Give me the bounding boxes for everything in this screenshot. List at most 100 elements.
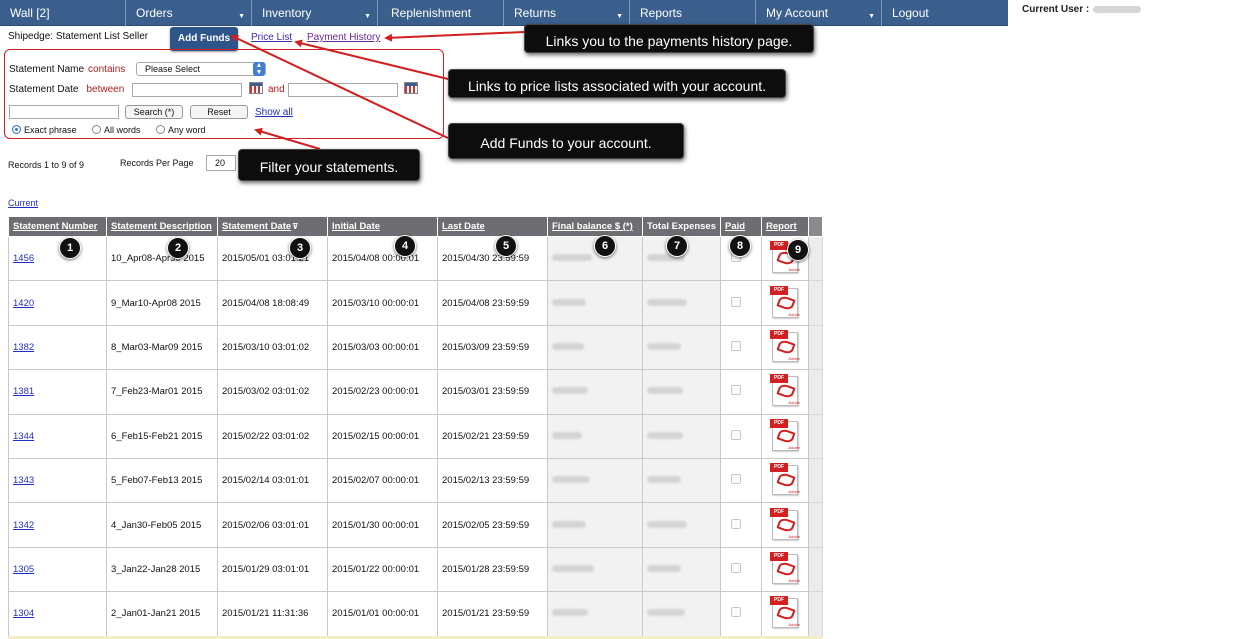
initial-date-cell: 2015/01/30 00:00:01: [327, 502, 438, 548]
add-funds-button[interactable]: Add Funds: [170, 27, 238, 51]
statement-number-cell: 1420: [8, 280, 107, 326]
header-initial-date[interactable]: Initial Date: [327, 216, 438, 237]
nav-item-label: Logout: [892, 6, 929, 20]
paid-checkbox[interactable]: [731, 518, 741, 529]
paid-checkbox[interactable]: [731, 607, 741, 618]
nav-item-replenishment[interactable]: Replenishment: [378, 0, 504, 26]
paid-checkbox[interactable]: [731, 296, 741, 307]
nav-item-reports[interactable]: Reports: [630, 0, 756, 26]
paid-checkbox[interactable]: [731, 562, 741, 573]
nav-item-orders[interactable]: Orders ▼: [126, 0, 252, 26]
filter-panel: Statement Name contains Please Select ▲ ▼ S…: [4, 49, 444, 139]
report-cell: PDF Adobe: [761, 280, 809, 326]
pdf-icon[interactable]: PDF Adobe: [768, 507, 802, 540]
nav-item-logout[interactable]: Logout: [882, 0, 1008, 26]
statement-number-link[interactable]: 1456: [13, 253, 34, 264]
pdf-icon[interactable]: PDF Adobe: [768, 285, 802, 318]
statement-description-cell: 9_Mar10-Apr08 2015: [106, 280, 218, 326]
statement-date-cell: 2015/05/01 03:01:21: [217, 235, 328, 282]
row-spacer-cell: [808, 280, 823, 326]
header-label: Statement Description: [111, 221, 212, 232]
search-button[interactable]: Search (*): [125, 105, 183, 119]
header-statement-date[interactable]: Statement Date⊽: [217, 216, 328, 237]
table-row: 1382 8_Mar03-Mar09 2015 2015/03/10 03:01:0…: [8, 324, 823, 371]
current-link[interactable]: Current: [8, 198, 38, 208]
header-final-balance[interactable]: Final balance $ (*): [547, 216, 643, 237]
pdf-icon[interactable]: PDF Adobe: [768, 551, 802, 584]
pdf-icon[interactable]: PDF Adobe: [768, 329, 802, 362]
calendar-to-icon[interactable]: [404, 82, 418, 94]
report-cell: PDF Adobe: [761, 324, 809, 371]
callout-payment-history: Links you to the payments history page.: [524, 24, 814, 53]
radio-all-words[interactable]: All words: [92, 125, 141, 135]
badge-8: 8: [729, 235, 751, 257]
pdf-adobe-mark: Adobe: [788, 400, 800, 406]
pdf-icon[interactable]: PDF Adobe: [768, 418, 802, 451]
statement-number-link[interactable]: 1343: [13, 475, 34, 486]
final-balance-redacted: [552, 609, 588, 617]
radio-any-word[interactable]: Any word: [156, 125, 206, 135]
statement-name-select[interactable]: Please Select ▲ ▼: [136, 62, 266, 76]
date-from-input[interactable]: [132, 83, 242, 97]
records-per-page-label: Records Per Page: [120, 158, 194, 168]
paid-checkbox[interactable]: [731, 429, 741, 440]
total-expenses-cell: [642, 324, 721, 371]
final-balance-cell: [547, 280, 643, 326]
statement-number-link[interactable]: 1304: [13, 608, 34, 619]
show-all-link[interactable]: Show all: [255, 107, 293, 118]
nav-item-wall[interactable]: Wall [2]: [0, 0, 126, 26]
header-report[interactable]: Report: [761, 216, 809, 237]
pdf-icon[interactable]: PDF Adobe: [768, 374, 802, 407]
statement-number-cell: 1304: [8, 591, 107, 637]
statement-number-link[interactable]: 1382: [13, 342, 34, 353]
statement-description-cell: 3_Jan22-Jan28 2015: [106, 546, 218, 593]
price-list-link[interactable]: Price List: [251, 32, 292, 43]
date-to-input[interactable]: [288, 83, 398, 97]
reset-button[interactable]: Reset: [190, 105, 248, 119]
calendar-from-icon[interactable]: [249, 82, 263, 94]
final-balance-redacted: [552, 387, 588, 395]
final-balance-redacted: [552, 564, 594, 572]
header-last-date[interactable]: Last Date: [437, 216, 548, 237]
top-navigation: Wall [2] Orders ▼ Inventory ▼ Replenishmen…: [0, 0, 1008, 26]
final-balance-redacted: [552, 520, 586, 528]
radio-exact-phrase[interactable]: Exact phrase: [12, 125, 77, 135]
pdf-adobe-mark: Adobe: [788, 489, 800, 495]
nav-item-my-account[interactable]: My Account ▼: [756, 0, 882, 26]
nav-item-label: Replenishment: [391, 6, 472, 20]
paid-cell: [720, 413, 762, 459]
statement-date-cell: 2015/02/22 03:01:02: [217, 413, 328, 459]
header-label: Final balance $ (*): [552, 221, 633, 232]
header-statement-number[interactable]: Statement Number: [8, 216, 107, 237]
statement-number-link[interactable]: 1344: [13, 431, 34, 442]
pdf-label-band: PDF: [770, 418, 788, 428]
statement-number-link[interactable]: 1305: [13, 564, 34, 575]
paid-checkbox[interactable]: [731, 474, 741, 485]
last-date-cell: 2015/02/05 23:59:59: [437, 502, 548, 548]
pdf-icon[interactable]: PDF Adobe: [768, 596, 802, 629]
statement-name-label: Statement Name contains: [9, 64, 125, 75]
select-arrows-icon: ▲ ▼: [253, 62, 265, 76]
statement-number-link[interactable]: 1420: [13, 298, 34, 309]
statement-number-link[interactable]: 1381: [13, 386, 34, 397]
search-input[interactable]: [9, 105, 119, 119]
records-per-page-select[interactable]: 20: [206, 155, 236, 171]
paid-checkbox[interactable]: [731, 385, 741, 396]
statement-number-link[interactable]: 1342: [13, 520, 34, 531]
header-paid[interactable]: Paid: [720, 216, 762, 237]
paid-checkbox[interactable]: [731, 340, 741, 351]
current-user-label: Current User :: [1022, 4, 1090, 15]
dropdown-caret-icon: ▼: [238, 13, 245, 20]
header-statement-description[interactable]: Statement Description: [106, 216, 218, 237]
initial-date-cell: 2015/03/10 00:00:01: [327, 280, 438, 326]
statement-number-cell: 1344: [8, 413, 107, 459]
sort-indicator-icon: ⊽: [292, 222, 299, 231]
pdf-icon[interactable]: PDF Adobe: [768, 463, 802, 496]
nav-item-returns[interactable]: Returns ▼: [504, 0, 630, 26]
radio-label: Exact phrase: [24, 125, 77, 135]
payment-history-link[interactable]: Payment History: [307, 32, 380, 43]
callout-add-funds: Add Funds to your account.: [448, 123, 684, 159]
nav-item-inventory[interactable]: Inventory ▼: [252, 0, 378, 26]
report-cell: PDF Adobe: [761, 413, 809, 459]
table-row: 1420 9_Mar10-Apr08 2015 2015/04/08 18:08:4…: [8, 280, 823, 326]
